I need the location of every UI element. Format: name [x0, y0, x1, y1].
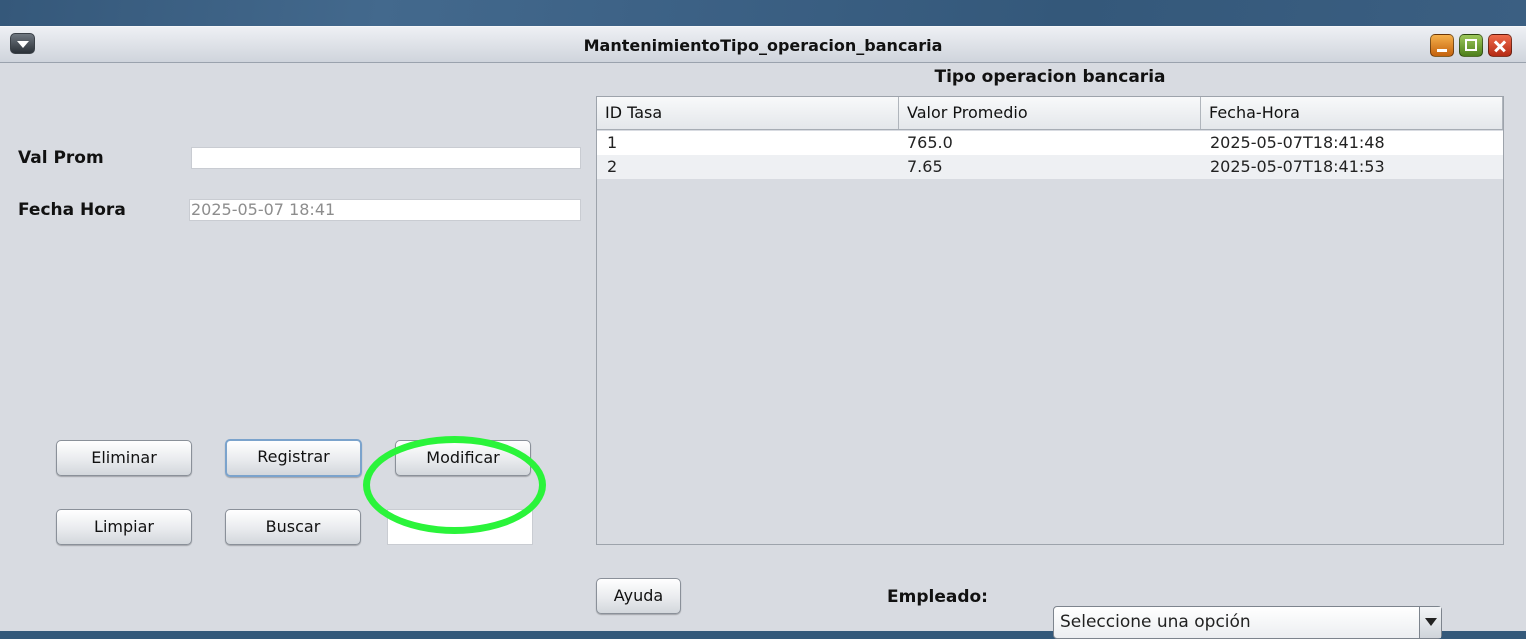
table-header: ID Tasa Valor Promedio Fecha-Hora [597, 97, 1503, 130]
buscar-button[interactable]: Buscar [225, 509, 361, 545]
table-cell: 7.65 [907, 157, 943, 176]
title-bar[interactable]: MantenimientoTipo_operacion_bancaria [0, 26, 1526, 63]
table-row[interactable]: 1 765.0 2025-05-07T18:41:48 [597, 131, 1503, 155]
maximize-icon[interactable] [1459, 34, 1483, 57]
fecha-hora-label: Fecha Hora [18, 200, 126, 220]
table-row[interactable]: 2 7.65 2025-05-07T18:41:53 [597, 155, 1503, 179]
modificar-button[interactable]: Modificar [395, 440, 531, 476]
column-header-id-tasa[interactable]: ID Tasa [597, 97, 899, 129]
registrar-button[interactable]: Registrar [225, 439, 362, 477]
table-cell: 1 [607, 133, 618, 152]
table-title: Tipo operacion bancaria [934, 67, 1166, 87]
val-prom-label: Val Prom [18, 148, 104, 168]
column-header-fecha-hora[interactable]: Fecha-Hora [1201, 97, 1503, 129]
ayuda-button[interactable]: Ayuda [596, 578, 681, 614]
val-prom-field[interactable] [191, 147, 581, 169]
table-cell: 2025-05-07T18:41:48 [1210, 133, 1385, 152]
limpiar-button[interactable]: Limpiar [56, 509, 192, 545]
desktop-background [0, 0, 1526, 26]
table-cell: 2 [607, 157, 618, 176]
empleado-select[interactable]: Seleccione una opción [1053, 606, 1442, 639]
eliminar-button[interactable]: Eliminar [56, 440, 192, 476]
table-cell: 765.0 [907, 133, 953, 152]
data-table[interactable]: ID Tasa Valor Promedio Fecha-Hora 1 765.… [596, 96, 1504, 545]
empleado-selected-value: Seleccione una opción [1060, 612, 1251, 632]
column-header-valor-promedio[interactable]: Valor Promedio [899, 97, 1201, 129]
dropdown-arrow-icon[interactable] [1419, 607, 1441, 638]
table-cell: 2025-05-07T18:41:53 [1210, 157, 1385, 176]
window-content: Val Prom Fecha Hora 2025-05-07 18:41 Eli… [8, 63, 1518, 639]
app-window: MantenimientoTipo_operacion_bancaria Val… [0, 26, 1526, 639]
minimize-icon[interactable] [1430, 34, 1454, 57]
close-icon[interactable] [1488, 34, 1512, 57]
window-title: MantenimientoTipo_operacion_bancaria [583, 36, 943, 55]
fecha-hora-field[interactable]: 2025-05-07 18:41 [189, 199, 581, 221]
search-input[interactable] [387, 509, 533, 545]
empleado-label: Empleado: [887, 587, 988, 607]
